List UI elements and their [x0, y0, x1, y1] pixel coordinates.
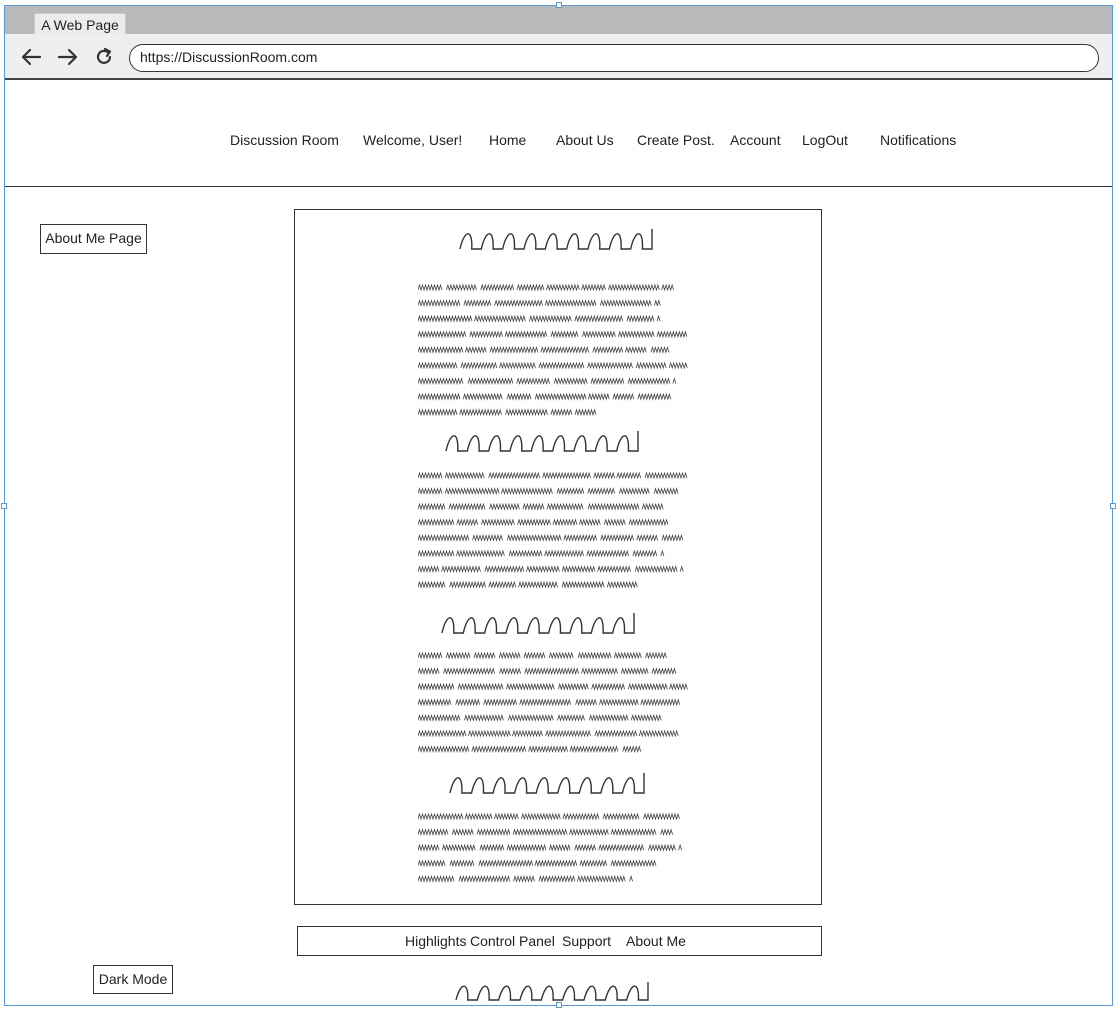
heading-placeholder-squiggle — [449, 773, 645, 794]
tab-strip — [5, 6, 1112, 34]
footer-control-panel[interactable]: Control Panel — [470, 933, 555, 949]
heading-placeholder-squiggle — [459, 229, 653, 250]
nav-create-post[interactable]: Create Post. — [637, 132, 715, 148]
text-placeholder-scribble — [418, 283, 688, 417]
heading-placeholder-squiggle — [441, 613, 635, 634]
url-bar[interactable]: https://DiscussionRoom.com — [129, 44, 1099, 72]
text-placeholder-scribble — [418, 471, 688, 589]
nav-brand[interactable]: Discussion Room — [230, 132, 339, 148]
text-placeholder-scribble — [418, 651, 688, 753]
reload-button[interactable] — [91, 42, 117, 72]
browser-tab[interactable]: A Web Page — [34, 13, 126, 35]
footer-highlights[interactable]: Highlights — [405, 933, 466, 949]
nav-about-us[interactable]: About Us — [556, 132, 614, 148]
heading-placeholder-squiggle — [445, 431, 639, 452]
resize-handle[interactable] — [1, 503, 7, 509]
reload-icon — [96, 47, 112, 64]
about-me-page-button[interactable]: About Me Page — [40, 224, 147, 254]
arrow-left-icon — [21, 48, 42, 66]
nav-notifications[interactable]: Notifications — [880, 132, 956, 148]
footer-about-me[interactable]: About Me — [626, 933, 686, 949]
resize-handle[interactable] — [556, 2, 562, 8]
nav-home[interactable]: Home — [489, 132, 526, 148]
footer-nav — [297, 926, 822, 956]
footer-support[interactable]: Support — [562, 933, 611, 949]
back-button[interactable] — [18, 42, 44, 72]
dark-mode-button[interactable]: Dark Mode — [93, 965, 173, 994]
nav-account[interactable]: Account — [730, 132, 781, 148]
resize-handle[interactable] — [556, 1002, 562, 1008]
forward-button[interactable] — [55, 42, 81, 72]
text-placeholder-scribble — [418, 812, 682, 883]
nav-logout[interactable]: LogOut — [802, 132, 848, 148]
resize-handle[interactable] — [1110, 503, 1116, 509]
arrow-right-icon — [57, 48, 78, 66]
nav-welcome: Welcome, User! — [363, 132, 463, 148]
heading-placeholder-squiggle — [455, 982, 649, 1001]
